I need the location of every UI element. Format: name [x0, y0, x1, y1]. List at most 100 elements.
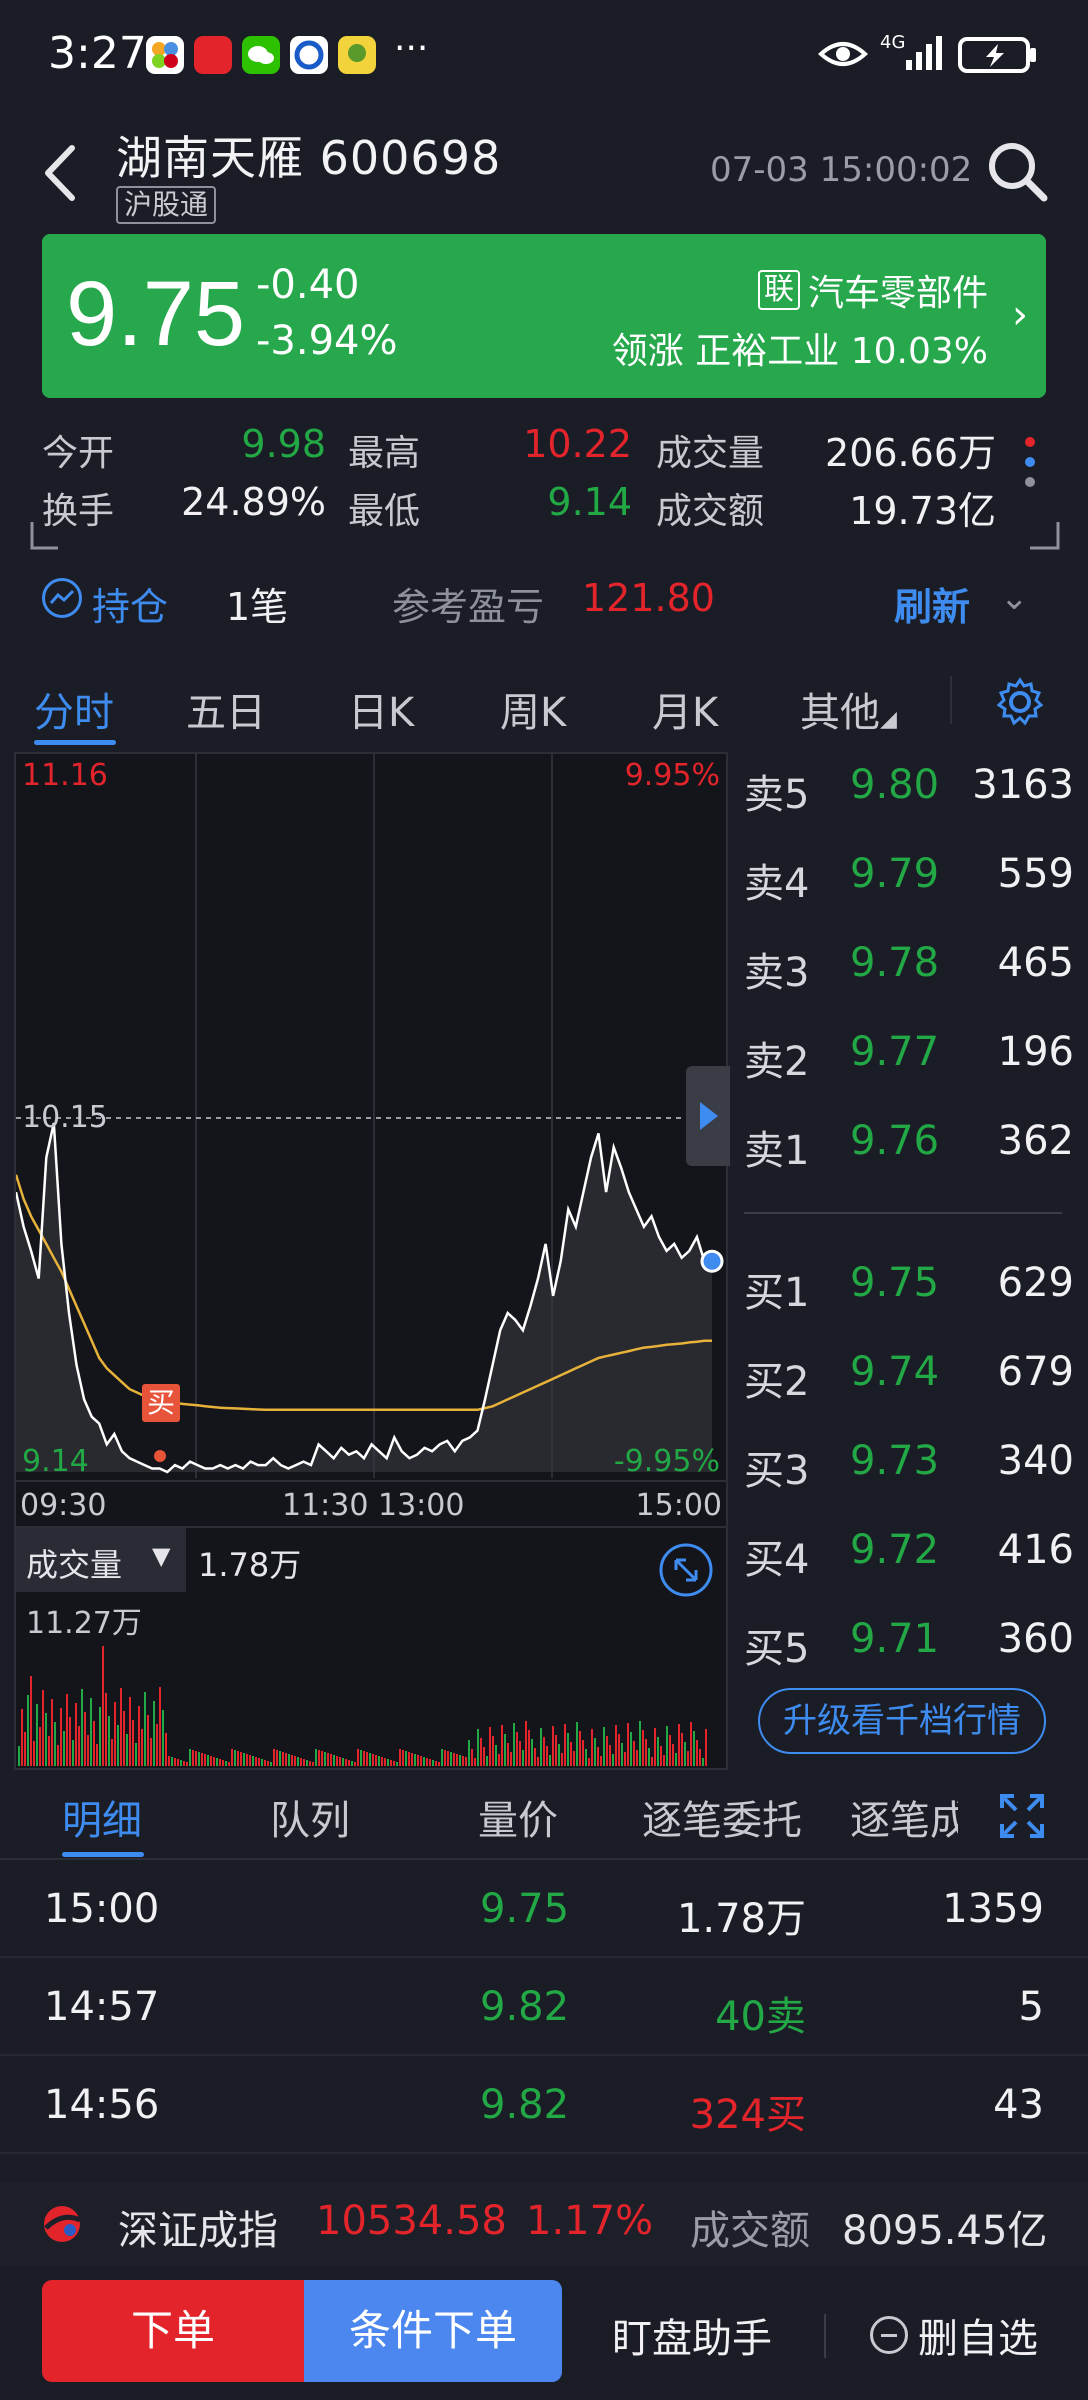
intraday-chart[interactable]: 11.16 9.95% 10.15 9.14 -9.95% 09:30 11:3…	[14, 752, 730, 1528]
volume-bar	[192, 1750, 194, 1766]
ask-label: 卖2	[744, 1039, 810, 1085]
volume-bar	[435, 1761, 437, 1766]
volume-bar	[186, 1762, 188, 1766]
more-stats-button[interactable]	[1022, 434, 1038, 494]
volume-bar	[438, 1762, 440, 1766]
volume-bar	[351, 1761, 353, 1766]
volume-bar	[573, 1751, 575, 1766]
volume-bar	[471, 1749, 473, 1766]
volume-bar	[66, 1694, 68, 1766]
tab-other[interactable]: 其他◢	[800, 680, 897, 738]
volume-bar	[288, 1754, 290, 1766]
volume-bar	[90, 1698, 92, 1766]
volume-bar	[516, 1732, 518, 1766]
volume-bar	[279, 1751, 281, 1766]
wechat-icon	[242, 36, 280, 74]
fullscreen-button[interactable]	[658, 1542, 714, 1602]
volume-bar	[120, 1688, 122, 1766]
bid-row[interactable]: 买3 9.73 340	[744, 1438, 1074, 1498]
tab-trade-by-trade[interactable]: 逐笔成	[850, 1788, 958, 1846]
ask-row[interactable]: 卖5 9.80 3163	[744, 762, 1074, 822]
volume-bar	[528, 1730, 530, 1766]
ask-row[interactable]: 卖1 9.76 362	[744, 1118, 1074, 1178]
connect-tag: 沪股通	[116, 186, 217, 224]
volume-bar	[552, 1726, 554, 1766]
fullscreen-ticks-button[interactable]	[998, 1792, 1046, 1844]
volume-bar	[243, 1753, 245, 1766]
volume-bar	[123, 1711, 125, 1766]
chevron-right-icon[interactable]: ›	[1012, 292, 1028, 338]
bid-row[interactable]: 买2 9.74 679	[744, 1349, 1074, 1409]
tab-five-day[interactable]: 五日	[186, 680, 266, 738]
volume-bar	[144, 1692, 146, 1766]
back-button[interactable]	[36, 138, 86, 208]
pnl-label: 参考盈亏	[392, 585, 545, 629]
stat-label: 成交额	[656, 491, 765, 532]
expand-orderbook-button[interactable]	[686, 1066, 730, 1166]
ask-price: 9.77	[850, 1029, 940, 1075]
index-ticker-bar[interactable]: 深证成指 10534.58 1.17% 成交额 8095.45亿	[0, 2182, 1088, 2266]
sector-link[interactable]: 联 汽车零部件	[757, 264, 988, 316]
buy-point-dot	[154, 1450, 166, 1462]
volume-bar	[354, 1762, 356, 1766]
volume-label: 成交量	[26, 1546, 123, 1584]
ask-row[interactable]: 卖4 9.79 559	[744, 851, 1074, 911]
volume-bar	[339, 1757, 341, 1766]
bid-row[interactable]: 买1 9.75 629	[744, 1260, 1074, 1320]
volume-bar	[534, 1748, 536, 1766]
volume-bar	[264, 1760, 266, 1766]
chevron-down-icon[interactable]: ⌄	[1000, 578, 1029, 618]
volume-bar	[99, 1707, 101, 1766]
ask-row[interactable]: 卖2 9.77 196	[744, 1029, 1074, 1089]
bid-row[interactable]: 买4 9.72 416	[744, 1527, 1074, 1587]
tab-volume-price[interactable]: 量价	[478, 1788, 558, 1846]
tick-count: 1359	[942, 1886, 1044, 1932]
volume-bar	[621, 1743, 623, 1766]
holdings-button[interactable]: 持仓	[92, 576, 168, 631]
bid-row[interactable]: 买5 9.71 360	[744, 1616, 1074, 1676]
conditional-order-button[interactable]: 条件下单	[304, 2280, 562, 2382]
volume-bar	[36, 1704, 38, 1766]
remove-watchlist-button[interactable]: 删自选	[870, 2306, 1038, 2364]
search-button[interactable]	[984, 138, 1050, 204]
tab-daily-k[interactable]: 日K	[348, 680, 414, 738]
tab-order-by-order[interactable]: 逐笔委托	[642, 1788, 802, 1846]
stat-amount: 19.73亿	[849, 489, 996, 533]
volume-bar	[423, 1757, 425, 1766]
bid-volume: 360	[997, 1616, 1074, 1662]
volume-bar	[234, 1750, 236, 1766]
volume-selector[interactable]: 成交量 ▼	[16, 1528, 186, 1592]
settings-button[interactable]	[994, 676, 1046, 732]
volume-bar	[456, 1754, 458, 1766]
volume-bar	[273, 1749, 275, 1766]
tick-price: 9.75	[480, 1886, 570, 1932]
buy-marker[interactable]: 买	[142, 1384, 180, 1422]
volume-bar	[168, 1756, 170, 1766]
upgrade-depth-button[interactable]: 升级看千档行情	[758, 1688, 1046, 1754]
refresh-button[interactable]: 刷新	[894, 576, 970, 631]
holdings-row: 持仓 1笔 参考盈亏 121.80 刷新 ⌄	[0, 566, 1088, 646]
watch-assistant-button[interactable]: 盯盘助手	[612, 2306, 772, 2364]
bid-label: 买1	[744, 1270, 810, 1316]
order-button[interactable]: 下单	[42, 2280, 304, 2382]
tab-monthly-k[interactable]: 月K	[652, 680, 718, 738]
ask-row[interactable]: 卖3 9.78 465	[744, 940, 1074, 1000]
bid-price: 9.75	[850, 1260, 940, 1306]
tab-queue[interactable]: 队列	[270, 1788, 350, 1846]
bid-price: 9.71	[850, 1616, 940, 1662]
price-banner[interactable]: 9.75 -0.40 -3.94% 联 汽车零部件 领涨 正裕工业 10.03%…	[42, 234, 1046, 398]
volume-bar	[303, 1759, 305, 1766]
volume-bar	[489, 1727, 491, 1766]
volume-bar	[588, 1758, 590, 1766]
bid-volume: 340	[997, 1438, 1074, 1484]
axis-price-max: 11.16	[22, 758, 108, 793]
tab-detail[interactable]: 明细	[62, 1788, 142, 1846]
tab-intraday[interactable]: 分时	[34, 680, 114, 738]
volume-bar	[564, 1724, 566, 1766]
volume-bar	[507, 1743, 509, 1766]
leader-name: 正裕工业	[695, 331, 840, 372]
volume-bar	[684, 1742, 686, 1766]
volume-bar	[498, 1754, 500, 1766]
volume-bar	[81, 1689, 83, 1766]
tab-weekly-k[interactable]: 周K	[500, 680, 566, 738]
